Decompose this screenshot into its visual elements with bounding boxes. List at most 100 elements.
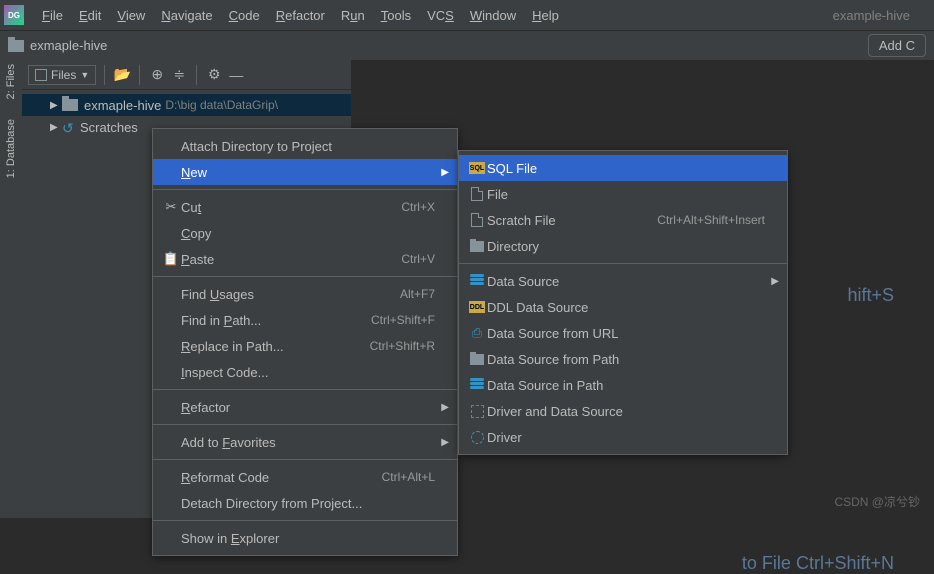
menu-item-label: Detach Directory from Project... [181,496,435,511]
menu-item-label: Data Source from Path [487,352,765,367]
chevron-down-icon: ▼ [80,70,89,80]
menu-item-driver-and-data-source[interactable]: Driver and Data Source [459,398,787,424]
menu-item-copy[interactable]: Copy [153,220,457,246]
expand-icon[interactable]: ▶ [50,100,62,111]
menu-item-new[interactable]: New▶ [153,159,457,185]
menu-file[interactable]: File [34,4,71,27]
tree-root-label: exmaple-hive [84,98,161,113]
side-tab-files[interactable]: 2: Files [5,64,17,99]
menu-tools[interactable]: Tools [373,4,419,27]
menu-vcs[interactable]: VCS [419,4,462,27]
menu-item-sql-file[interactable]: SQLSQL File [459,155,787,181]
menu-item-cut[interactable]: ✂CutCtrl+X [153,194,457,220]
menu-item-label: Copy [181,226,435,241]
menu-window[interactable]: Window [462,4,524,27]
menu-item-data-source-in-path[interactable]: Data Source in Path [459,372,787,398]
cut-icon: ✂ [161,199,181,215]
submenu-arrow-icon: ▶ [441,402,449,413]
menu-item-label: Cut [181,200,401,215]
menu-item-label: File [487,187,765,202]
url-icon: ⎙ [467,325,487,341]
menu-item-scratch-file[interactable]: Scratch FileCtrl+Alt+Shift+Insert [459,207,787,233]
side-tab-database[interactable]: 1: Database [5,119,17,178]
menu-navigate[interactable]: Navigate [153,4,220,27]
breadcrumb-root[interactable]: exmaple-hive [30,38,107,53]
minimize-icon[interactable]: — [227,66,245,84]
menu-item-detach-directory-from-project-[interactable]: Detach Directory from Project... [153,490,457,516]
tree-scratches-label: Scratches [80,120,138,135]
gear-icon[interactable]: ⚙ [205,66,223,84]
menu-item-attach-directory-to-project[interactable]: Attach Directory to Project [153,133,457,159]
tree-root-path: D:\big data\DataGrip\ [165,98,278,112]
panel-scope-selector[interactable]: Files ▼ [28,65,96,85]
menu-bar: DG FileEditViewNavigateCodeRefactorRunTo… [0,0,934,30]
menu-separator [153,520,457,521]
menu-run[interactable]: Run [333,4,373,27]
menu-shortcut: Ctrl+X [401,200,435,214]
menu-separator [459,263,787,264]
menu-item-directory[interactable]: Directory [459,233,787,259]
menu-item-paste[interactable]: 📋PasteCtrl+V [153,246,457,272]
paste-icon: 📋 [161,251,181,267]
menu-item-label: Data Source in Path [487,378,765,393]
app-logo: DG [4,5,24,25]
menu-shortcut: Ctrl+Shift+R [370,339,435,353]
menu-separator [153,276,457,277]
menu-edit[interactable]: Edit [71,4,109,27]
menu-item-label: Attach Directory to Project [181,139,435,154]
locate-icon[interactable]: ⊕ [148,66,166,84]
ds-icon [467,378,487,392]
menu-item-label: DDL Data Source [487,300,765,315]
menu-item-label: SQL File [487,161,765,176]
tree-root-row[interactable]: ▶ exmaple-hive D:\big data\DataGrip\ [22,94,351,116]
menu-item-find-usages[interactable]: Find UsagesAlt+F7 [153,281,457,307]
menu-item-label: Driver and Data Source [487,404,765,419]
menu-item-data-source[interactable]: Data Source▶ [459,268,787,294]
menu-item-driver[interactable]: Driver [459,424,787,450]
menu-code[interactable]: Code [221,4,268,27]
menu-item-inspect-code-[interactable]: Inspect Code... [153,359,457,385]
project-name: example-hive [833,8,910,23]
menu-item-reformat-code[interactable]: Reformat CodeCtrl+Alt+L [153,464,457,490]
menu-item-data-source-from-path[interactable]: Data Source from Path [459,346,787,372]
menu-view[interactable]: View [109,4,153,27]
breadcrumb-bar: exmaple-hive Add C [0,30,934,60]
expand-icon[interactable]: ▶ [50,122,62,133]
menu-item-label: Paste [181,252,401,267]
menu-shortcut: Ctrl+V [401,252,435,266]
menu-item-label: Inspect Code... [181,365,435,380]
menu-item-label: Find Usages [181,287,400,302]
menu-item-label: Data Source from URL [487,326,765,341]
open-folder-icon[interactable]: 📂 [113,66,131,84]
ds-icon [467,274,487,288]
menu-item-find-in-path-[interactable]: Find in Path...Ctrl+Shift+F [153,307,457,333]
submenu-arrow-icon: ▶ [441,437,449,448]
editor-hint-nav: to File Ctrl+Shift+N [742,553,894,574]
menu-shortcut: Ctrl+Shift+F [371,313,435,327]
menu-shortcut: Ctrl+Alt+L [382,470,435,484]
menu-item-show-in-explorer[interactable]: Show in Explorer [153,525,457,551]
menu-item-label: Scratch File [487,213,657,228]
menu-item-label: Data Source [487,274,765,289]
menu-item-ddl-data-source[interactable]: DDLDDL Data Source [459,294,787,320]
collapse-icon[interactable]: ≑ [170,66,188,84]
menu-item-data-source-from-url[interactable]: ⎙Data Source from URL [459,320,787,346]
menu-item-add-to-favorites[interactable]: Add to Favorites ▶ [153,429,457,455]
add-config-button[interactable]: Add C [868,34,926,57]
menu-item-file[interactable]: File [459,181,787,207]
menu-help[interactable]: Help [524,4,567,27]
menu-refactor[interactable]: Refactor [268,4,333,27]
menu-item-label: Add to Favorites [181,435,435,450]
context-menu-primary: Attach Directory to ProjectNew▶✂CutCtrl+… [152,128,458,556]
menu-item-refactor[interactable]: Refactor▶ [153,394,457,420]
scratch-icon [467,213,487,227]
editor-hint-shortcut: hift+S [847,285,894,306]
dashed-icon [467,405,487,418]
menu-shortcut: Ctrl+Alt+Shift+Insert [657,213,765,227]
menu-item-label: Driver [487,430,765,445]
panel-toolbar: Files ▼ 📂 ⊕ ≑ ⚙ — [22,60,351,90]
menu-item-replace-in-path-[interactable]: Replace in Path...Ctrl+Shift+R [153,333,457,359]
dir-icon [467,241,487,252]
menu-separator [153,389,457,390]
menu-separator [153,424,457,425]
